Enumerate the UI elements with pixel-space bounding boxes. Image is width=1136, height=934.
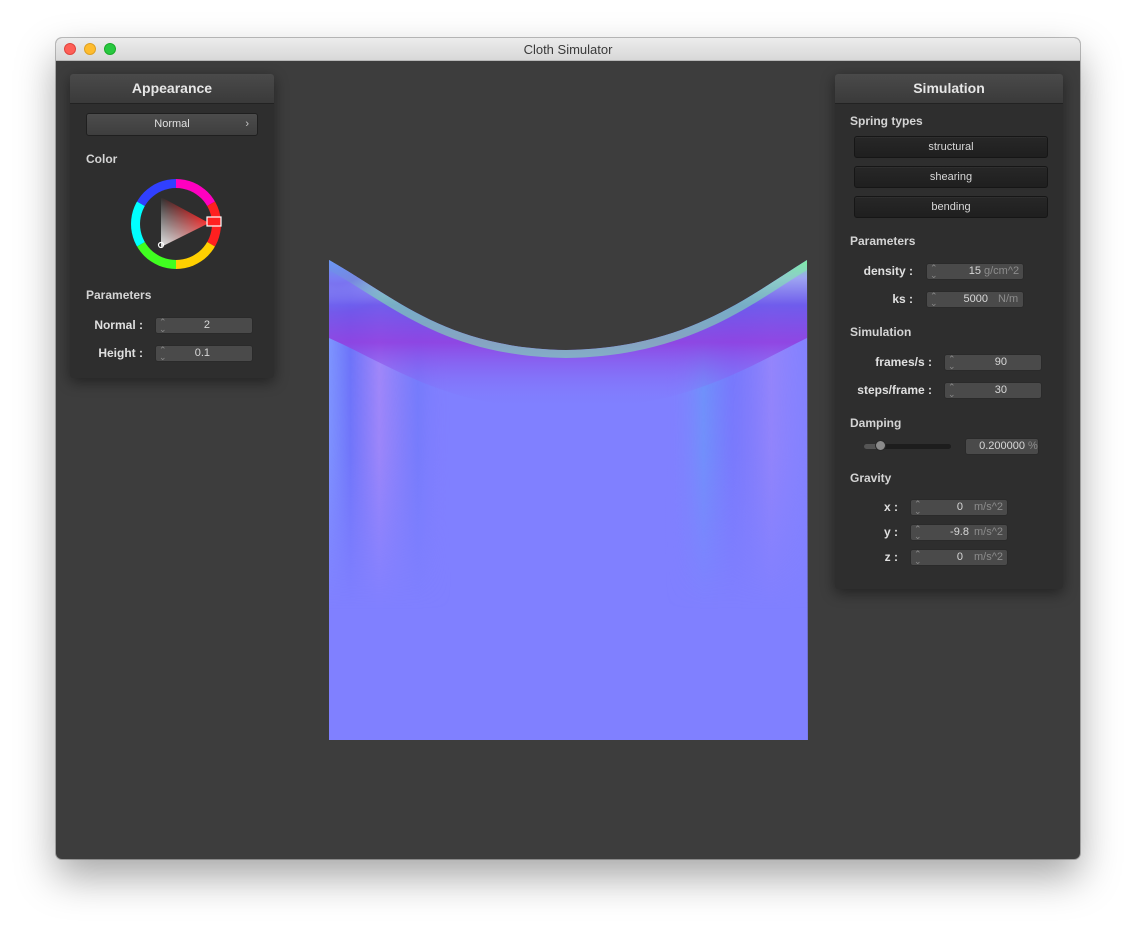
spring-types-label: Spring types xyxy=(850,114,923,128)
gravity-y-label: y : xyxy=(883,525,898,539)
damping-input[interactable]: 0.200000 % xyxy=(965,438,1039,455)
zoom-window-button[interactable] xyxy=(104,43,116,55)
chevron-right-icon: › xyxy=(245,118,249,130)
color-wheel[interactable] xyxy=(129,177,223,271)
spinner-icon[interactable]: ⌃ ⌄ xyxy=(930,292,938,308)
gravity-z-input[interactable]: ⌃ ⌄ 0 m/s^2 xyxy=(910,549,1008,566)
simulation-panel: Simulation Spring types structural shear… xyxy=(835,74,1063,589)
spinner-icon[interactable]: ⌃ ⌄ xyxy=(914,525,922,541)
shader-select[interactable]: Normal › xyxy=(86,113,258,136)
shader-select-value: Normal xyxy=(154,118,190,130)
gravity-z-label: z : xyxy=(884,550,898,564)
height-input[interactable]: ⌃ ⌄ 0.1 xyxy=(155,345,253,362)
simulation-section-label: Simulation xyxy=(850,325,912,339)
simulation-parameters-label: Parameters xyxy=(850,234,916,248)
close-window-button[interactable] xyxy=(64,43,76,55)
steps-input[interactable]: ⌃ ⌄ 30 xyxy=(944,382,1042,399)
cloth-viewport[interactable] xyxy=(326,218,810,740)
normal-label: Normal : xyxy=(94,318,143,332)
hue-handle[interactable] xyxy=(206,216,222,227)
damping-slider-knob[interactable] xyxy=(875,440,887,451)
density-label: density : xyxy=(863,264,913,278)
steps-label: steps/frame : xyxy=(857,383,932,397)
appearance-panel-title[interactable]: Appearance xyxy=(70,74,274,104)
cloth-render xyxy=(329,260,808,740)
shearing-toggle[interactable]: shearing xyxy=(854,166,1048,188)
appearance-panel: Appearance Normal › Color Parameters Nor… xyxy=(70,74,274,378)
ks-input[interactable]: ⌃ ⌄ 5000 N/m xyxy=(926,291,1024,308)
spinner-icon[interactable]: ⌃ ⌄ xyxy=(948,355,956,371)
gravity-x-label: x : xyxy=(883,500,898,514)
window-title: Cloth Simulator xyxy=(523,41,613,57)
simulation-panel-title[interactable]: Simulation xyxy=(835,74,1063,104)
spinner-icon[interactable]: ⌃ ⌄ xyxy=(159,346,167,362)
damping-slider[interactable] xyxy=(864,440,951,451)
spinner-icon[interactable]: ⌃ ⌄ xyxy=(948,383,956,399)
spinner-icon[interactable]: ⌃ ⌄ xyxy=(914,550,922,566)
app-window: Cloth Simulator Appearance Normal › Colo… xyxy=(56,38,1080,859)
bending-toggle[interactable]: bending xyxy=(854,196,1048,218)
gravity-y-input[interactable]: ⌃ ⌄ -9.8 m/s^2 xyxy=(910,524,1008,541)
minimize-window-button[interactable] xyxy=(84,43,96,55)
spinner-icon[interactable]: ⌃ ⌄ xyxy=(930,264,938,280)
normal-input[interactable]: ⌃ ⌄ 2 xyxy=(155,317,253,334)
title-bar[interactable]: Cloth Simulator xyxy=(56,38,1080,61)
spinner-icon[interactable]: ⌃ ⌄ xyxy=(914,500,922,516)
color-label: Color xyxy=(86,152,118,166)
spinner-icon[interactable]: ⌃ ⌄ xyxy=(159,318,167,334)
gravity-label: Gravity xyxy=(850,471,892,485)
ks-label: ks : xyxy=(892,292,913,306)
cloth-surface xyxy=(329,260,808,740)
appearance-parameters-label: Parameters xyxy=(86,288,152,302)
fps-input[interactable]: ⌃ ⌄ 90 xyxy=(944,354,1042,371)
fps-label: frames/s : xyxy=(875,355,932,369)
gravity-x-input[interactable]: ⌃ ⌄ 0 m/s^2 xyxy=(910,499,1008,516)
window-controls xyxy=(64,43,116,55)
damping-label: Damping xyxy=(850,416,902,430)
density-input[interactable]: ⌃ ⌄ 15 g/cm^2 xyxy=(926,263,1024,280)
height-label: Height : xyxy=(98,346,143,360)
structural-toggle[interactable]: structural xyxy=(854,136,1048,158)
